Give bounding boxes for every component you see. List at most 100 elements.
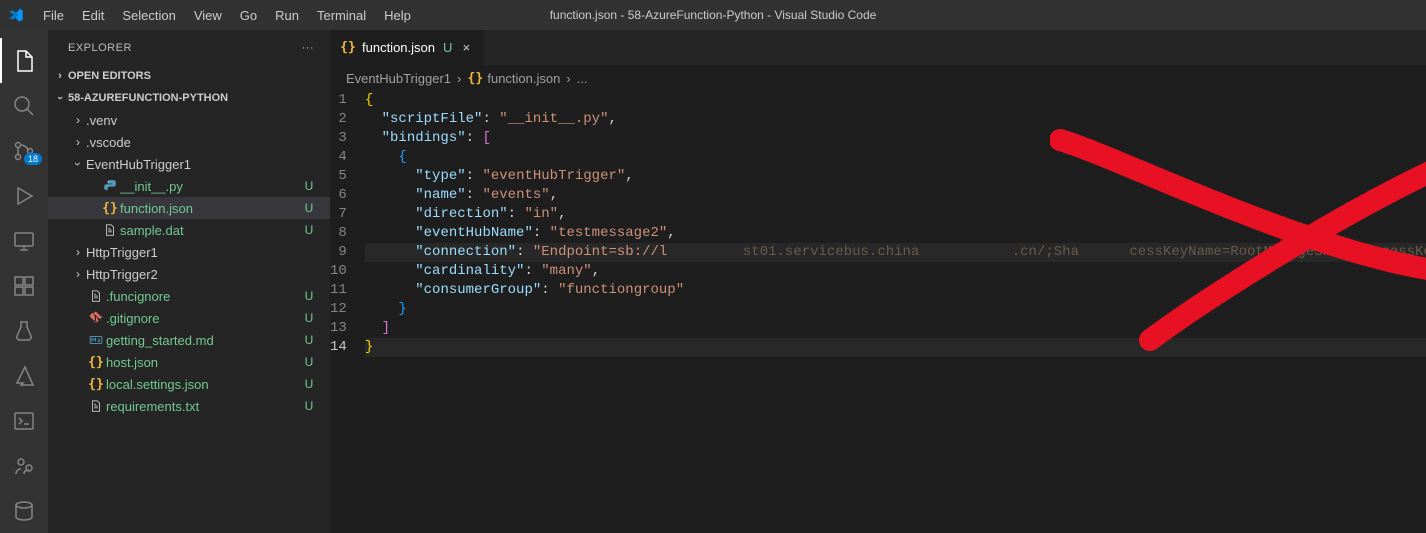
tree-label: HttpTrigger1 [86,245,300,260]
file---init---py[interactable]: __init__.pyU [48,175,330,197]
menu-item-file[interactable]: File [34,0,73,30]
title-bar: FileEditSelectionViewGoRunTerminalHelp f… [0,0,1426,30]
scm-badge: 18 [24,153,42,165]
git-status: U [300,311,318,325]
menu-item-go[interactable]: Go [231,0,266,30]
json-icon: {} [88,355,104,370]
chevron-right-icon: › [52,70,68,82]
menu-item-edit[interactable]: Edit [73,0,113,30]
sidebar: EXPLORER ··· › OPEN EDITORS › 58-AZUREFU… [48,30,330,533]
testing-icon[interactable] [0,308,48,353]
tree-label: host.json [106,355,300,370]
git-status: U [300,179,318,193]
chevron-right-icon: › [457,71,461,86]
source-control-icon[interactable]: 18 [0,128,48,173]
tree-label: requirements.txt [106,399,300,414]
file-sample-dat[interactable]: sample.datU [48,219,330,241]
git-status: U [300,289,318,303]
window-title: function.json - 58-AzureFunction-Python … [550,8,877,22]
tab-function-json[interactable]: {} function.json U × [330,30,485,65]
json-icon: {} [102,201,118,216]
open-editors-label: OPEN EDITORS [68,70,151,82]
chevron-right-icon: › [70,135,86,149]
vscode-logo-icon [8,7,24,23]
json-icon: {} [340,40,356,55]
extensions-icon[interactable] [0,263,48,308]
tree-label: .gitignore [106,311,300,326]
code-content[interactable]: { "scriptFile": "__init__.py", "bindings… [365,91,1426,533]
sidebar-title: EXPLORER [68,42,132,54]
editor-area: {} function.json U × EventHubTrigger1 › … [330,30,1426,533]
sidebar-header: EXPLORER ··· [48,30,330,65]
tree-label: .venv [86,113,300,128]
project-label: 58-AZUREFUNCTION-PYTHON [68,92,228,104]
menu-item-selection[interactable]: Selection [113,0,184,30]
file-icon [89,289,103,303]
tree-label: getting_started.md [106,333,300,348]
chevron-right-icon: › [566,71,570,86]
search-icon[interactable] [0,83,48,128]
chevron-right-icon: › [70,113,86,127]
run-debug-icon[interactable] [0,173,48,218]
sidebar-more-icon[interactable]: ··· [302,42,315,54]
chevron-right-icon: › [70,245,86,259]
file-requirements-txt[interactable]: requirements.txtU [48,395,330,417]
breadcrumb-part[interactable]: ... [577,71,588,86]
json-icon: {} [88,377,104,392]
menu-item-terminal[interactable]: Terminal [308,0,375,30]
file--gitignore[interactable]: .gitignoreU [48,307,330,329]
file--funcignore[interactable]: .funcignoreU [48,285,330,307]
breadcrumb[interactable]: EventHubTrigger1 › {} function.json › ..… [330,65,1426,91]
breadcrumb-part[interactable]: function.json [487,71,560,86]
database-icon[interactable] [0,488,48,533]
menu-item-run[interactable]: Run [266,0,308,30]
git-status: U [300,201,318,215]
open-editors-section[interactable]: › OPEN EDITORS [48,65,330,87]
folder-eventhubtrigger1[interactable]: ›EventHubTrigger1 [48,153,330,175]
tree-label: function.json [120,201,300,216]
file-local-settings-json[interactable]: {}local.settings.jsonU [48,373,330,395]
folder--vscode[interactable]: ›.vscode [48,131,330,153]
json-icon: {} [467,71,483,86]
tree-label: .funcignore [106,289,300,304]
git-status: U [300,333,318,347]
live-share-icon[interactable] [0,443,48,488]
chevron-down-icon: › [54,90,66,106]
folder-httptrigger1[interactable]: ›HttpTrigger1 [48,241,330,263]
menu-item-view[interactable]: View [185,0,231,30]
git-status: U [300,399,318,413]
tree-label: __init__.py [120,179,300,194]
explorer-icon[interactable] [0,38,48,83]
remote-explorer-icon[interactable] [0,218,48,263]
chevron-down-icon: › [71,156,85,172]
tree-label: local.settings.json [106,377,300,392]
tree-label: .vscode [86,135,300,150]
file-tree: ›.venv›.vscode›EventHubTrigger1__init__.… [48,109,330,417]
markdown-icon [89,333,103,347]
tree-label: HttpTrigger2 [86,267,300,282]
code-editor[interactable]: 1234567891011121314 { "scriptFile": "__i… [330,91,1426,533]
close-icon[interactable]: × [458,40,474,55]
git-status: U [300,223,318,237]
file-function-json[interactable]: {}function.jsonU [48,197,330,219]
file-getting-started-md[interactable]: getting_started.mdU [48,329,330,351]
breadcrumb-part[interactable]: EventHubTrigger1 [346,71,451,86]
azure-icon[interactable] [0,353,48,398]
tree-label: EventHubTrigger1 [86,157,300,172]
python-icon [103,179,117,193]
editor-tabs: {} function.json U × [330,30,1426,65]
file-host-json[interactable]: {}host.jsonU [48,351,330,373]
git-status: U [300,355,318,369]
line-numbers: 1234567891011121314 [330,91,365,533]
tree-label: sample.dat [120,223,300,238]
chevron-right-icon: › [70,267,86,281]
folder-httptrigger2[interactable]: ›HttpTrigger2 [48,263,330,285]
project-section[interactable]: › 58-AZUREFUNCTION-PYTHON [48,87,330,109]
terminal-panel-icon[interactable] [0,398,48,443]
git-status: U [300,377,318,391]
folder--venv[interactable]: ›.venv [48,109,330,131]
tab-label: function.json [362,40,435,55]
file-icon [103,223,117,237]
menu-item-help[interactable]: Help [375,0,420,30]
menu-bar: FileEditSelectionViewGoRunTerminalHelp [34,0,420,30]
